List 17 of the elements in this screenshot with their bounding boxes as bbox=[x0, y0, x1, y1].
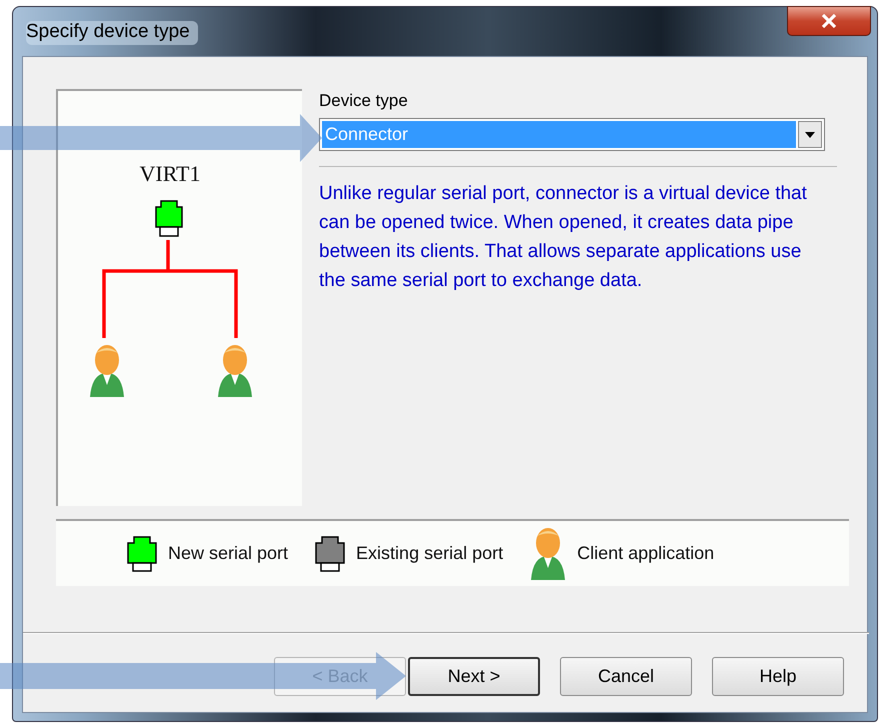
description-text: Unlike regular serial port, connector is a virtual device that can be opened twice. When opened, it creates data pipe between its clients. That allows separate applications use the same serial port to exchange data. bbox=[319, 182, 808, 293]
legend-label: New serial port bbox=[168, 543, 288, 564]
dialog-button[interactable]: Help bbox=[712, 657, 844, 696]
person-icon bbox=[218, 345, 252, 397]
dialog-button[interactable]: Cancel bbox=[560, 657, 692, 696]
close-button[interactable] bbox=[787, 6, 871, 36]
caret-icon bbox=[805, 132, 815, 138]
device-label: VIRT1 bbox=[138, 161, 202, 187]
field-label: Device type bbox=[319, 91, 409, 111]
dropdown-arrow-button[interactable] bbox=[798, 121, 822, 148]
dialog-button[interactable]: Next > bbox=[408, 657, 540, 696]
close-icon bbox=[821, 14, 837, 28]
serial-port-icon bbox=[155, 200, 183, 237]
person-icon bbox=[90, 345, 124, 397]
window-title: Specify device type bbox=[26, 21, 198, 45]
legend-label: Existing serial port bbox=[356, 543, 504, 564]
legend-label: Client application bbox=[577, 543, 714, 564]
